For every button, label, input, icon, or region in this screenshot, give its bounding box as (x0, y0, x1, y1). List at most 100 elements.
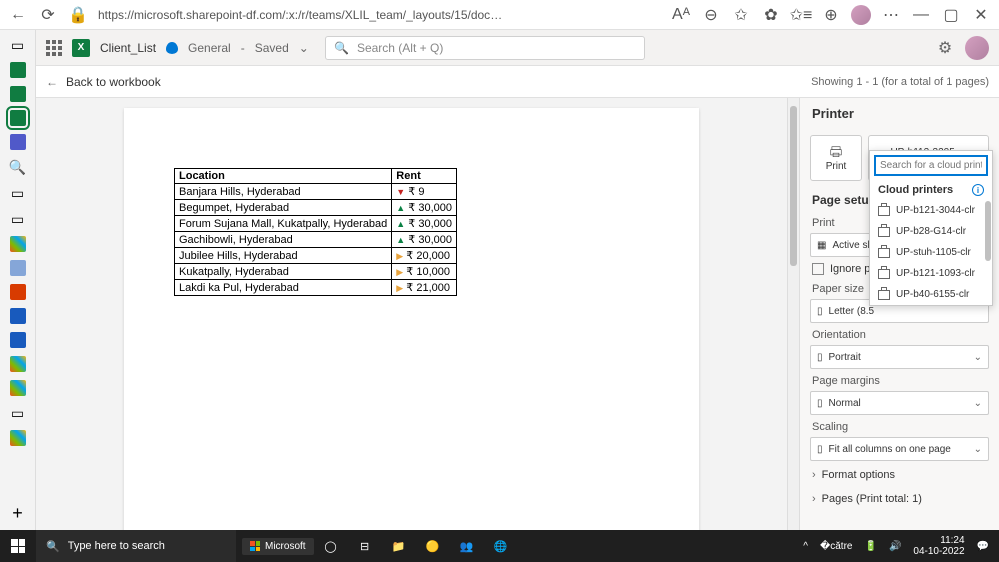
settings-icon[interactable]: ⚙ (935, 38, 955, 58)
printer-name: UP-stuh-1105-clr (896, 247, 971, 258)
collections-icon[interactable]: ⊕ (821, 5, 841, 25)
browser-toolbar: ← ⟳ 🔒 https://microsoft.sharepoint-df.co… (0, 0, 999, 30)
excel-shortcut-active[interactable] (10, 110, 26, 126)
back-arrow-icon[interactable]: ← (46, 75, 58, 89)
tray-expand-icon[interactable]: ^ (803, 541, 808, 552)
sensitivity-icon[interactable] (166, 42, 178, 54)
format-options-expander[interactable]: ›Format options (800, 463, 999, 487)
printer-name: UP-b40-6155-clr (896, 289, 969, 300)
popup-scrollbar[interactable] (985, 201, 991, 301)
search-box[interactable]: 🔍 Search (Alt + Q) (325, 36, 645, 60)
user-avatar[interactable] (965, 36, 989, 60)
table-row: Begumpet, Hyderabad▲ ₹ 30,000 (175, 200, 457, 216)
taskbar-search[interactable]: 🔍 Type here to search (36, 530, 236, 562)
cortana-button[interactable]: ⊟ (348, 530, 382, 562)
chrome-icon[interactable]: 🟡 (416, 530, 450, 562)
clock[interactable]: 11:24 04-10-2022 (913, 535, 964, 557)
more-button[interactable]: ⋯ (881, 5, 901, 25)
cell-location: Forum Sujana Mall, Kukatpally, Hyderabad (175, 216, 392, 232)
add-tab-button[interactable]: + (9, 504, 27, 522)
minimize-button[interactable]: — (911, 5, 931, 25)
volume-icon[interactable]: 🔊 (889, 541, 901, 552)
scrollbar-thumb[interactable] (985, 201, 991, 261)
paper-size-value: Letter (8.5 (829, 306, 875, 317)
generic-icon[interactable]: ▭ (9, 404, 27, 422)
back-button[interactable]: ← (8, 5, 28, 25)
ms-tile-4[interactable] (10, 430, 26, 446)
cloud-printer-item[interactable]: UP-b28-G14-clr (870, 221, 992, 242)
notifications-icon[interactable]: 💬 (977, 541, 989, 552)
cell-location: Lakdi ka Pul, Hyderabad (175, 280, 392, 296)
ms-tile-2[interactable] (10, 356, 26, 372)
zoom-icon[interactable]: ⊖ (701, 5, 721, 25)
teams-shortcut[interactable] (10, 134, 26, 150)
chevron-right-icon: › (812, 469, 816, 481)
chevron-down-icon[interactable]: ⌄ (299, 41, 309, 55)
document-name[interactable]: Client_List (100, 41, 156, 55)
edge-sidebar: ▭ 🔍 ▭ ▭ ▭ + (0, 30, 36, 530)
margins-select[interactable]: ▯Normal ⌄ (810, 391, 989, 415)
excel-shortcut-1[interactable] (10, 62, 26, 78)
doc-icon[interactable]: ▭ (9, 184, 27, 202)
url-bar[interactable]: https://microsoft.sharepoint-df.com/:x:/… (98, 8, 508, 22)
search-placeholder: Search (Alt + Q) (357, 41, 443, 55)
chevron-right-icon: › (812, 493, 816, 505)
edge-icon[interactable]: 🌐 (484, 530, 518, 562)
start-button[interactable] (0, 530, 36, 562)
ms-tile-3[interactable] (10, 380, 26, 396)
search-icon[interactable]: 🔍 (9, 158, 27, 176)
orientation-label: Orientation (800, 325, 999, 343)
favorites-bar-icon[interactable]: ✩≡ (791, 5, 811, 25)
back-to-workbook-link[interactable]: Back to workbook (66, 75, 161, 89)
cloud-printers-title: Cloud printers (878, 184, 953, 196)
preview-scrollbar[interactable] (787, 98, 799, 530)
time-label: 11:24 (913, 535, 964, 546)
info-icon[interactable]: i (972, 184, 984, 196)
print-button-label: Print (826, 161, 847, 172)
word-shortcut-1[interactable] (10, 308, 26, 324)
extensions-icon[interactable]: ✿ (761, 5, 781, 25)
microsoft-pill[interactable]: Microsoft (242, 538, 314, 555)
text-size-icon[interactable]: Aᴬ (671, 5, 691, 25)
teams-icon[interactable]: 👥 (450, 530, 484, 562)
cloud-printer-search[interactable] (875, 156, 987, 175)
content-row: LocationRentBanjara Hills, Hyderabad▼ ₹ … (36, 98, 999, 530)
separator: - (241, 41, 245, 55)
cell-rent: ▲ ₹ 30,000 (392, 232, 457, 248)
tab-actions-icon[interactable]: ▭ (9, 36, 27, 54)
printer-icon (878, 206, 890, 216)
chevron-down-icon: ⌄ (974, 398, 982, 409)
ms-tile-1[interactable] (10, 236, 26, 252)
close-button[interactable]: ✕ (971, 5, 991, 25)
paper-icon: ▯ (817, 306, 823, 317)
word-shortcut-2[interactable] (10, 332, 26, 348)
app-launcher-icon[interactable] (46, 40, 62, 56)
margins-icon: ▯ (817, 398, 823, 409)
cloud-printer-item[interactable]: UP-b121-1093-clr (870, 263, 992, 284)
pages-expander[interactable]: ›Pages (Print total: 1) (800, 487, 999, 511)
maximize-button[interactable]: ▢ (941, 5, 961, 25)
orientation-select[interactable]: ▯Portrait ⌄ (810, 345, 989, 369)
excel-shortcut-2[interactable] (10, 86, 26, 102)
task-view-button[interactable]: ◯ (314, 530, 348, 562)
cloud-printer-item[interactable]: UP-b40-6155-clr (870, 284, 992, 305)
sensitivity-label: General (188, 41, 231, 55)
doc-icon-2[interactable]: ▭ (9, 210, 27, 228)
cloud-printer-item[interactable]: UP-b121-3044-clr (870, 200, 992, 221)
margins-label: Page margins (800, 371, 999, 389)
refresh-button[interactable]: ⟳ (38, 5, 58, 25)
printer-name: UP-b121-3044-clr (896, 205, 975, 216)
profile-avatar[interactable] (851, 5, 871, 25)
file-explorer-icon[interactable]: 📁 (382, 530, 416, 562)
wifi-icon[interactable]: �către (820, 541, 853, 552)
word-shortcut-dim[interactable] (10, 260, 26, 276)
print-preview-area[interactable]: LocationRentBanjara Hills, Hyderabad▼ ₹ … (36, 98, 787, 530)
favorite-icon[interactable]: ✩ (731, 5, 751, 25)
table-row: Forum Sujana Mall, Kukatpally, Hyderabad… (175, 216, 457, 232)
scrollbar-thumb[interactable] (790, 106, 797, 266)
battery-icon[interactable]: 🔋 (864, 541, 876, 552)
scaling-select[interactable]: ▯Fit all columns on one page ⌄ (810, 437, 989, 461)
cloud-printer-item[interactable]: UP-stuh-1105-clr (870, 242, 992, 263)
office-shortcut[interactable] (10, 284, 26, 300)
print-button[interactable]: Print (810, 135, 862, 181)
